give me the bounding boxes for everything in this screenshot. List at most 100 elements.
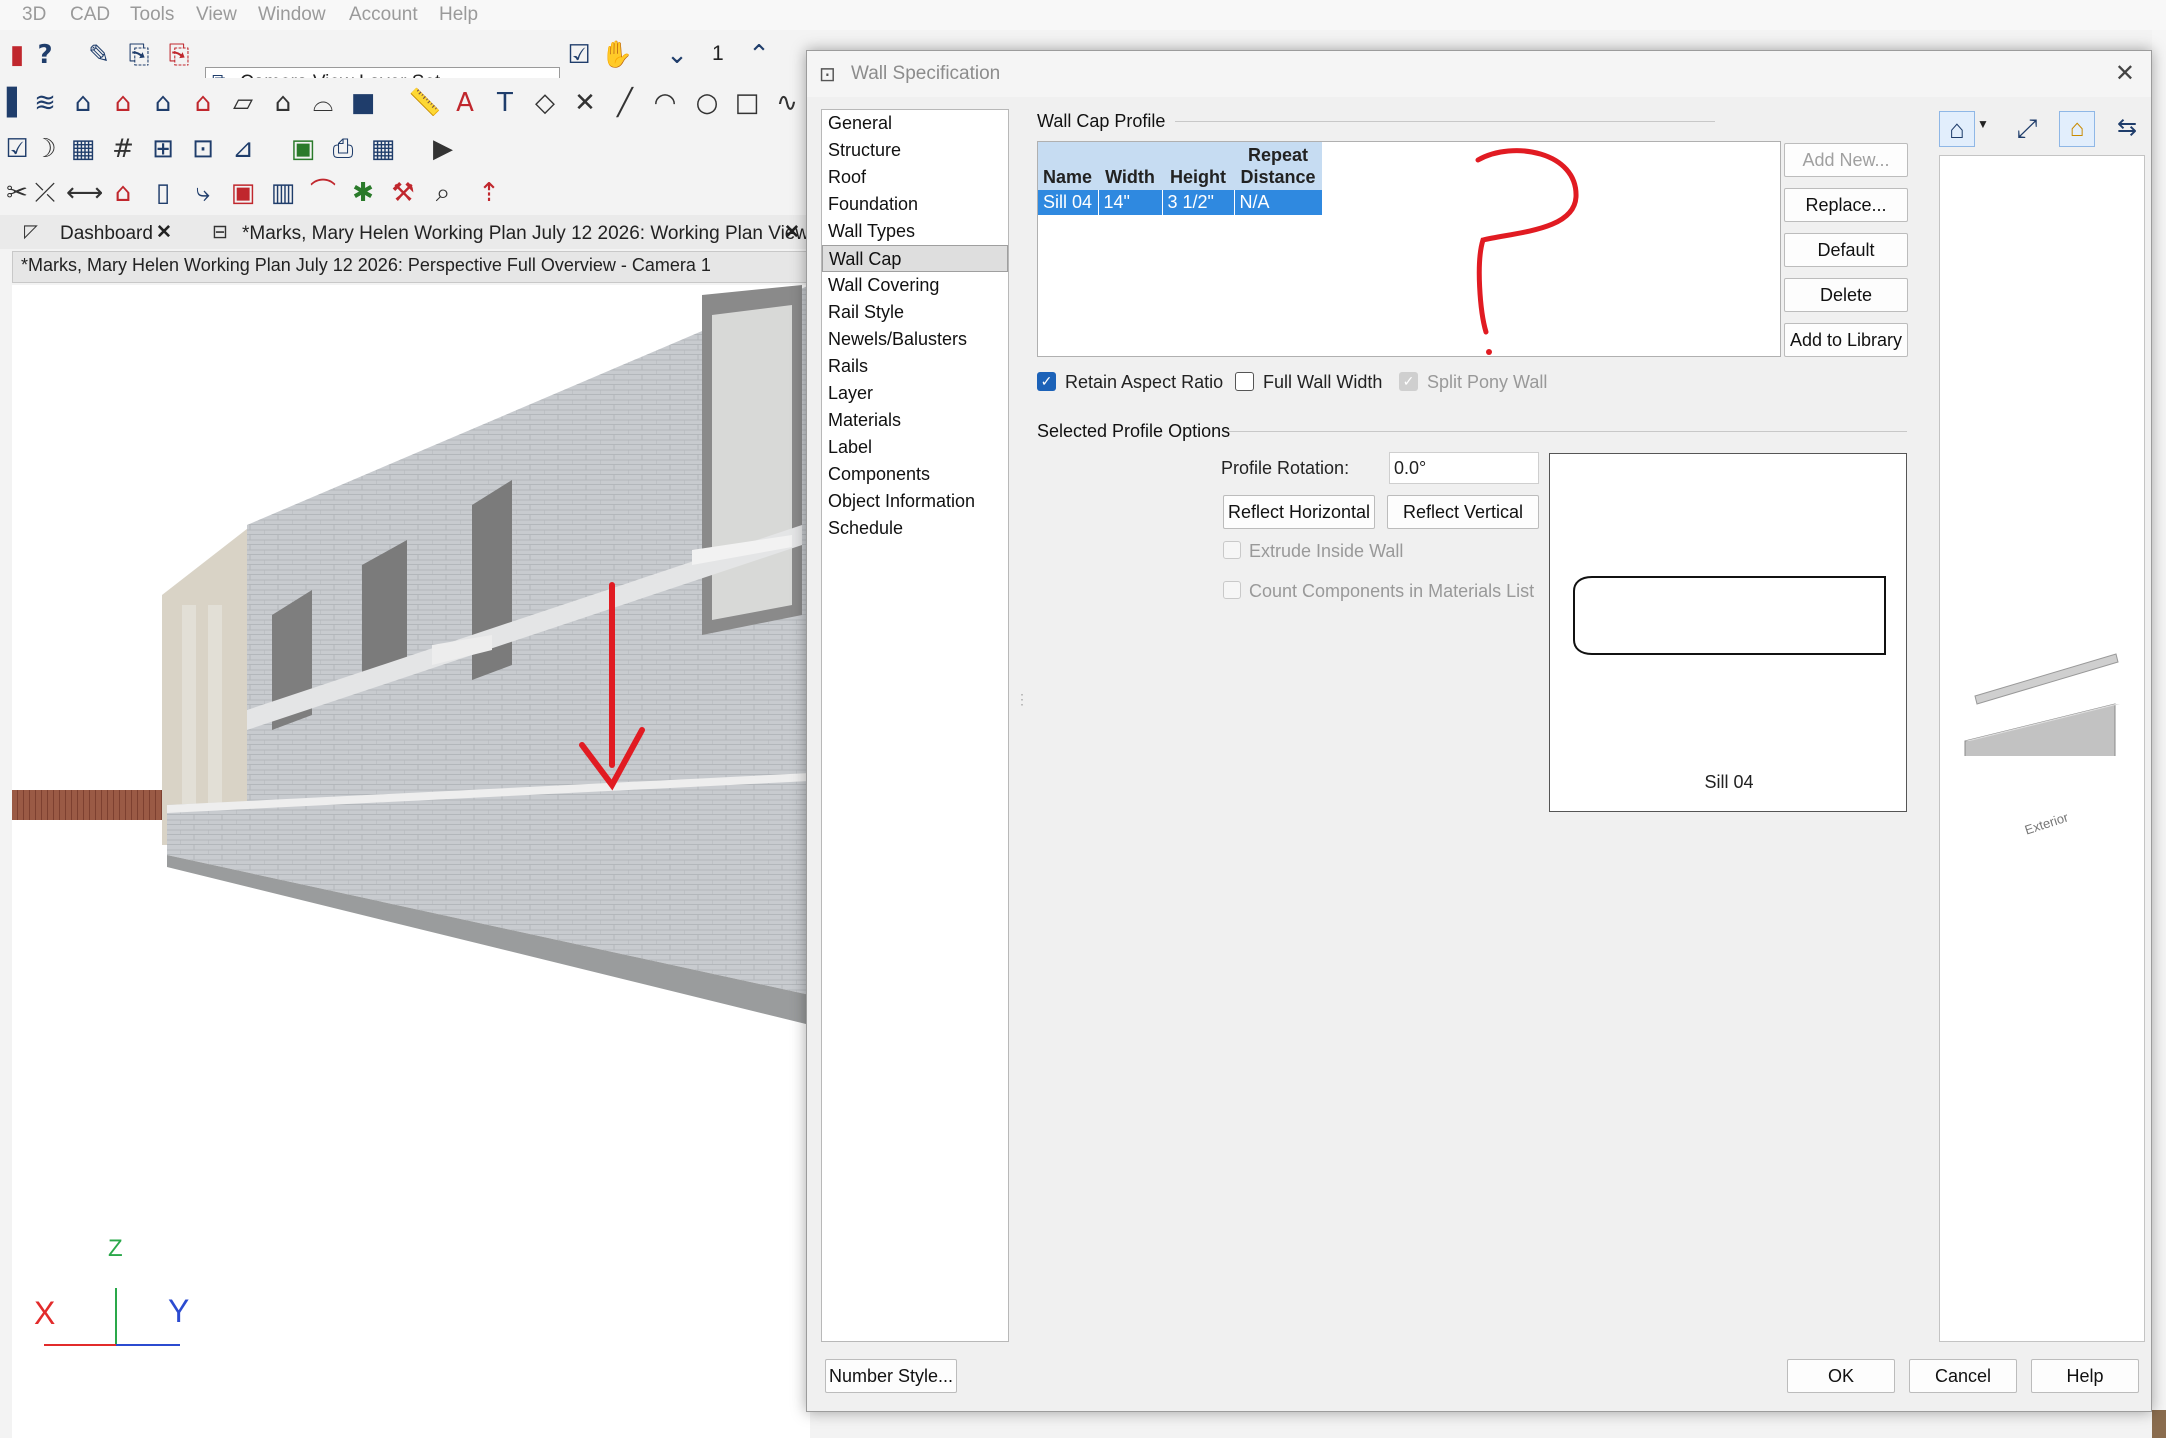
dimension-icon[interactable]: ⟷ <box>66 176 103 210</box>
nav-item-layer[interactable]: Layer <box>822 380 1008 407</box>
col-header-repeat-distance[interactable]: Repeat Distance <box>1234 142 1322 190</box>
close-icon[interactable]: ✕ <box>784 221 800 244</box>
arc-tool-icon[interactable]: ☽ <box>28 132 62 166</box>
snap-grid-icon[interactable]: ⊞ <box>146 132 180 166</box>
line-icon[interactable]: ╱ <box>608 86 642 120</box>
close-icon[interactable]: ✕ <box>156 221 172 244</box>
print-icon[interactable]: ⎙ <box>326 132 360 166</box>
nav-item-newels-balusters[interactable]: Newels/Balusters <box>822 326 1008 353</box>
nav-item-wall-covering[interactable]: Wall Covering <box>822 272 1008 299</box>
menu-3d[interactable]: 3D <box>22 4 46 26</box>
hand-icon[interactable]: ✋ <box>600 38 634 72</box>
reflect-horizontal-button[interactable]: Reflect Horizontal <box>1223 495 1375 529</box>
frame-icon[interactable]: ▣ <box>226 176 260 210</box>
nav-item-roof[interactable]: Roof <box>822 164 1008 191</box>
nav-item-rails[interactable]: Rails <box>822 353 1008 380</box>
layers-icon[interactable]: ≋ <box>28 86 62 120</box>
save-view-icon[interactable]: ⎘ <box>122 38 156 72</box>
nav-item-foundation[interactable]: Foundation <box>822 191 1008 218</box>
3d-preview-panel[interactable]: Exterior <box>1939 155 2145 1342</box>
table-row[interactable]: Sill 04 14" 3 1/2" N/A <box>1038 190 1322 215</box>
text-icon[interactable]: T <box>488 86 522 120</box>
door-icon[interactable]: ▯ <box>146 176 180 210</box>
nav-item-label[interactable]: Label <box>822 434 1008 461</box>
view-type-icon[interactable]: ⌂ <box>1939 111 1975 147</box>
col-header-width[interactable]: Width <box>1098 142 1162 190</box>
save-icon[interactable]: ⎘ <box>162 38 196 72</box>
menu-tools[interactable]: Tools <box>130 4 174 26</box>
send-icon[interactable]: ▶ <box>426 132 460 166</box>
dropper-icon[interactable]: ⤷ <box>186 176 220 210</box>
edit-layer-icon[interactable]: ✎ <box>82 38 116 72</box>
zoom-library-icon[interactable]: ⌕ <box>426 176 460 210</box>
nav-item-general[interactable]: General <box>822 110 1008 137</box>
grid-select-icon[interactable]: ▦ <box>66 132 100 166</box>
grid-icon[interactable]: # <box>106 132 140 166</box>
angle-snap-icon[interactable]: ⊿ <box>226 132 260 166</box>
tab-working-plan[interactable]: ⊟ *Marks, Mary Helen Working Plan July 1… <box>212 219 810 247</box>
col-header-height[interactable]: Height <box>1162 142 1234 190</box>
3d-viewport[interactable]: Z X Y <box>12 285 810 1438</box>
cancel-button[interactable]: Cancel <box>1909 1359 2017 1393</box>
break-icon[interactable]: ⤫ <box>28 176 62 210</box>
shape-icon[interactable]: ◇ <box>528 86 562 120</box>
col-header-name[interactable]: Name <box>1038 142 1098 190</box>
menu-account[interactable]: Account <box>349 4 418 26</box>
menu-help[interactable]: Help <box>439 4 478 26</box>
nav-item-schedule[interactable]: Schedule <box>822 515 1008 542</box>
electrical-icon[interactable]: ⚒ <box>386 176 420 210</box>
help-icon[interactable]: ? <box>28 38 62 72</box>
default-button[interactable]: Default <box>1784 233 1908 267</box>
export-icon[interactable]: ⇡ <box>472 176 506 210</box>
nav-item-materials[interactable]: Materials <box>822 407 1008 434</box>
house-red-icon[interactable]: ⌂ <box>106 86 140 120</box>
edit-grid-icon[interactable]: ⊡ <box>186 132 220 166</box>
slab-icon[interactable]: ▱ <box>226 86 260 120</box>
menu-window[interactable]: Window <box>258 4 326 26</box>
spline-icon[interactable]: ∿ <box>770 86 804 120</box>
garage-icon[interactable]: ⌂ <box>146 86 180 120</box>
fill-window-icon[interactable]: ⤢ <box>2009 111 2045 147</box>
nav-item-structure[interactable]: Structure <box>822 137 1008 164</box>
house-icon[interactable]: ⌂ <box>66 86 100 120</box>
nav-item-wall-cap[interactable]: Wall Cap <box>822 245 1008 272</box>
circle-icon[interactable]: ○ <box>690 86 724 120</box>
cabinet-icon[interactable]: ▥ <box>266 176 300 210</box>
ok-button[interactable]: OK <box>1787 1359 1895 1393</box>
picture-icon[interactable]: ▣ <box>286 132 320 166</box>
replace-button[interactable]: Replace... <box>1784 188 1908 222</box>
splitter-handle[interactable]: ⋮ <box>1015 691 1029 771</box>
ruler-icon[interactable]: 📏 <box>408 86 442 120</box>
menu-cad[interactable]: CAD <box>70 4 110 26</box>
profile-rotation-input[interactable]: 0.0° <box>1389 452 1539 484</box>
cube-icon[interactable]: ■ <box>346 86 380 120</box>
nav-item-components[interactable]: Components <box>822 461 1008 488</box>
home-icon[interactable]: ⌂ <box>106 176 140 210</box>
nav-item-rail-style[interactable]: Rail Style <box>822 299 1008 326</box>
number-style-button[interactable]: Number Style... <box>825 1359 957 1393</box>
reflect-vertical-button[interactable]: Reflect Vertical <box>1387 495 1539 529</box>
barn-icon[interactable]: ⌂ <box>186 86 220 120</box>
tab-dashboard[interactable]: ◸ Dashboard ✕ <box>24 219 194 247</box>
plant-icon[interactable]: ✱ <box>346 176 380 210</box>
orbit-icon[interactable]: ⇆ <box>2109 111 2145 147</box>
add-new-button[interactable]: Add New... <box>1784 143 1908 177</box>
table-icon[interactable]: ▦ <box>366 132 400 166</box>
rectangle-icon[interactable]: □ <box>730 86 764 120</box>
nav-item-wall-types[interactable]: Wall Types <box>822 218 1008 245</box>
roof-icon[interactable]: ⌂ <box>266 86 300 120</box>
nav-item-object-information[interactable]: Object Information <box>822 488 1008 515</box>
x-icon[interactable]: ✕ <box>568 86 602 120</box>
delete-button[interactable]: Delete <box>1784 278 1908 312</box>
menu-view[interactable]: View <box>196 4 237 26</box>
vault-icon[interactable]: ⌓ <box>306 86 340 120</box>
floor-up-icon[interactable]: ⌃ <box>742 38 776 72</box>
rail-icon[interactable]: ⌒ <box>306 176 340 210</box>
text-style-icon[interactable]: A <box>448 86 482 120</box>
add-to-library-button[interactable]: Add to Library <box>1784 323 1908 357</box>
arc-icon[interactable]: ◠ <box>648 86 682 120</box>
chevron-down-icon[interactable]: ▼ <box>1977 117 1989 131</box>
close-icon[interactable]: ✕ <box>2115 59 2135 88</box>
render-mode-icon[interactable]: ⌂ <box>2059 111 2095 147</box>
floor-down-icon[interactable]: ⌄ <box>660 38 694 72</box>
